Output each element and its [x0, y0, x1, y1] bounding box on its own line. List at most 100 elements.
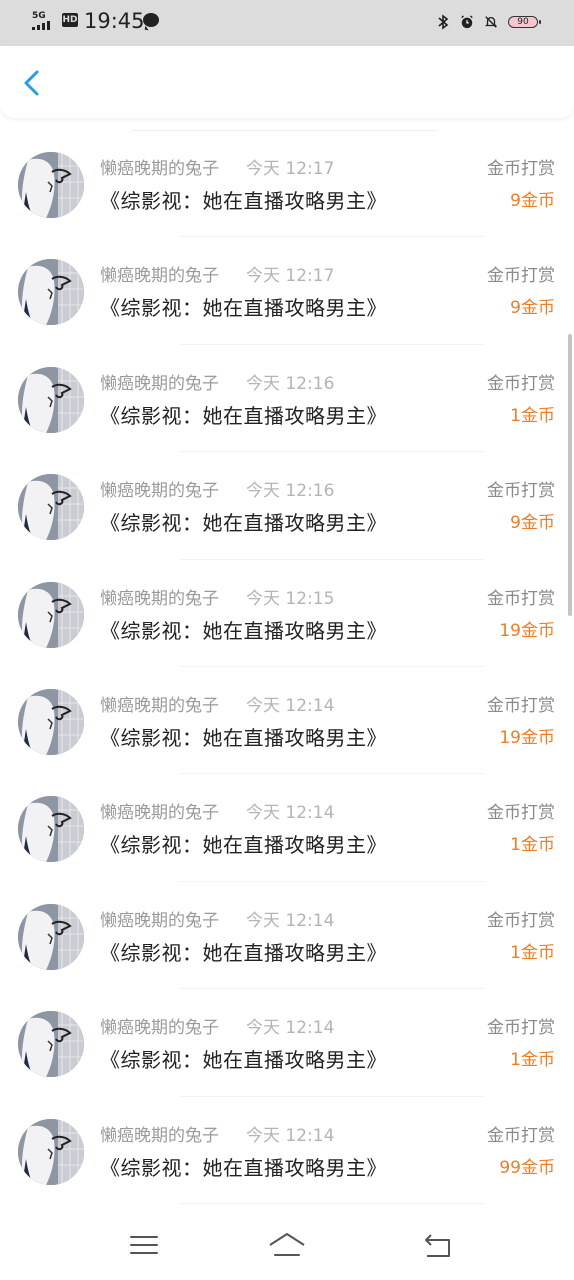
avatar[interactable] [18, 259, 84, 326]
reward-type: 金币打赏 [487, 695, 555, 716]
avatar-image [18, 366, 84, 433]
list-item[interactable]: 懒癌晚期的兔子 今天 12:16 《综影视：她在直播攻略男主》 金币打赏 9金币 [0, 452, 574, 560]
record-time: 今天 12:15 [246, 588, 335, 609]
list-item[interactable]: 懒癌晚期的兔子 今天 12:14 《综影视：她在直播攻略男主》 金币打赏 1金币 [0, 774, 574, 883]
back-button[interactable] [18, 66, 46, 100]
reward-amount: 1金币 [510, 942, 555, 963]
avatar[interactable] [18, 1118, 84, 1185]
list-item[interactable]: 懒癌晚期的兔子 今天 12:17 《综影视：她在直播攻略男主》 金币打赏 9金币 [0, 237, 574, 346]
status-time: 19:45 [84, 9, 145, 33]
record-time: 今天 12:14 [246, 1018, 335, 1039]
network-type: 5G [32, 11, 46, 21]
book-title[interactable]: 《综影视：她在直播攻略男主》 [100, 832, 387, 858]
book-title[interactable]: 《综影视：她在直播攻略男主》 [100, 940, 387, 966]
message-icon [143, 13, 159, 27]
sender-name: 懒癌晚期的兔子 [100, 588, 219, 609]
menu-icon [130, 1236, 158, 1254]
avatar-image [18, 259, 84, 326]
record-time: 今天 12:14 [246, 695, 335, 716]
avatar-image [18, 688, 84, 755]
list-item[interactable]: 懒癌晚期的兔子 今天 12:15 《综影视：她在直播攻略男主》 金币打赏 19金… [0, 560, 574, 668]
list-item[interactable]: 懒癌晚期的兔子 今天 12:16 《综影视：她在直播攻略男主》 金币打赏 1金币 [0, 345, 574, 453]
record-time: 今天 12:14 [246, 910, 335, 931]
alarm-icon [461, 15, 473, 29]
sender-name: 懒癌晚期的兔子 [100, 695, 219, 716]
record-time: 今天 12:16 [246, 481, 335, 502]
avatar-image [18, 581, 84, 648]
avatar-image [18, 152, 84, 218]
reward-type: 金币打赏 [487, 159, 555, 179]
scrollbar[interactable] [568, 334, 572, 616]
reward-type: 金币打赏 [487, 1018, 555, 1039]
bluetooth-icon [438, 14, 449, 30]
record-time: 今天 12:17 [246, 266, 335, 287]
book-title[interactable]: 《综影视：她在直播攻略男主》 [100, 1047, 387, 1073]
reward-amount: 9金币 [510, 298, 555, 319]
avatar-image [18, 474, 84, 541]
avatar[interactable] [18, 688, 84, 755]
avatar[interactable] [18, 474, 84, 541]
book-title[interactable]: 《综影视：她在直播攻略男主》 [100, 725, 387, 751]
reward-record-list: 懒癌晚期的兔子 今天 12:17 《综影视：她在直播攻略男主》 金币打赏 9金币… [0, 130, 574, 1205]
book-title[interactable]: 《综影视：她在直播攻略男主》 [100, 1155, 387, 1181]
record-time: 今天 12:14 [246, 1125, 335, 1146]
book-title[interactable]: 《综影视：她在直播攻略男主》 [100, 510, 387, 536]
navigation-bar [0, 1210, 574, 1280]
back-nav-button[interactable] [418, 1228, 458, 1262]
sender-name: 懒癌晚期的兔子 [100, 1125, 219, 1146]
avatar[interactable] [18, 903, 84, 970]
avatar[interactable] [18, 366, 84, 433]
status-bar: 5G HD 19:45 90 [0, 0, 574, 46]
sender-name: 懒癌晚期的兔子 [100, 481, 219, 502]
header [0, 46, 574, 118]
avatar[interactable] [18, 1011, 84, 1078]
back-icon [425, 1234, 450, 1257]
sender-name: 懒癌晚期的兔子 [100, 159, 219, 179]
list-item[interactable]: 懒癌晚期的兔子 今天 12:14 《综影视：她在直播攻略男主》 金币打赏 19金… [0, 667, 574, 775]
avatar[interactable] [18, 796, 84, 863]
list-item[interactable]: 懒癌晚期的兔子 今天 12:17 《综影视：她在直播攻略男主》 金币打赏 9金币 [0, 130, 574, 238]
mute-icon [485, 16, 497, 28]
reward-amount: 19金币 [499, 620, 555, 641]
reward-amount: 9金币 [510, 191, 555, 211]
reward-amount: 9金币 [510, 513, 555, 534]
reward-type: 金币打赏 [487, 266, 555, 287]
reward-type: 金币打赏 [487, 910, 555, 931]
record-time: 今天 12:16 [246, 373, 335, 394]
chevron-left-icon [24, 70, 39, 96]
book-title[interactable]: 《综影视：她在直播攻略男主》 [100, 188, 387, 214]
reward-type: 金币打赏 [487, 481, 555, 502]
record-time: 今天 12:17 [246, 159, 335, 179]
reward-amount: 99金币 [499, 1157, 555, 1178]
reward-type: 金币打赏 [487, 1125, 555, 1146]
menu-button[interactable] [124, 1228, 164, 1262]
avatar-image [18, 796, 84, 863]
avatar[interactable] [18, 152, 84, 218]
sender-name: 懒癌晚期的兔子 [100, 1018, 219, 1039]
record-time: 今天 12:14 [246, 803, 335, 824]
home-button[interactable] [267, 1228, 307, 1262]
reward-amount: 1金币 [510, 835, 555, 856]
reward-type: 金币打赏 [487, 373, 555, 394]
list-item[interactable]: 懒癌晚期的兔子 今天 12:14 《综影视：她在直播攻略男主》 金币打赏 1金币 [0, 882, 574, 990]
reward-type: 金币打赏 [487, 588, 555, 609]
signal-icon: 5G [32, 12, 58, 30]
reward-amount: 1金币 [510, 1050, 555, 1071]
avatar[interactable] [18, 581, 84, 648]
sender-name: 懒癌晚期的兔子 [100, 803, 219, 824]
avatar-image [18, 1011, 84, 1078]
home-icon [269, 1233, 305, 1256]
book-title[interactable]: 《综影视：她在直播攻略男主》 [100, 618, 387, 644]
avatar-image [18, 903, 84, 970]
list-item[interactable]: 懒癌晚期的兔子 今天 12:14 《综影视：她在直播攻略男主》 金币打赏 1金币 [0, 989, 574, 1097]
sender-name: 懒癌晚期的兔子 [100, 266, 219, 287]
reward-amount: 19金币 [499, 727, 555, 748]
book-title[interactable]: 《综影视：她在直播攻略男主》 [100, 295, 387, 321]
list-item[interactable]: 懒癌晚期的兔子 今天 12:14 《综影视：她在直播攻略男主》 金币打赏 99金… [0, 1097, 574, 1205]
reward-type: 金币打赏 [487, 803, 555, 824]
hd-icon: HD [62, 13, 78, 27]
avatar-image [18, 1118, 84, 1185]
reward-amount: 1金币 [510, 405, 555, 426]
sender-name: 懒癌晚期的兔子 [100, 910, 219, 931]
book-title[interactable]: 《综影视：她在直播攻略男主》 [100, 403, 387, 429]
